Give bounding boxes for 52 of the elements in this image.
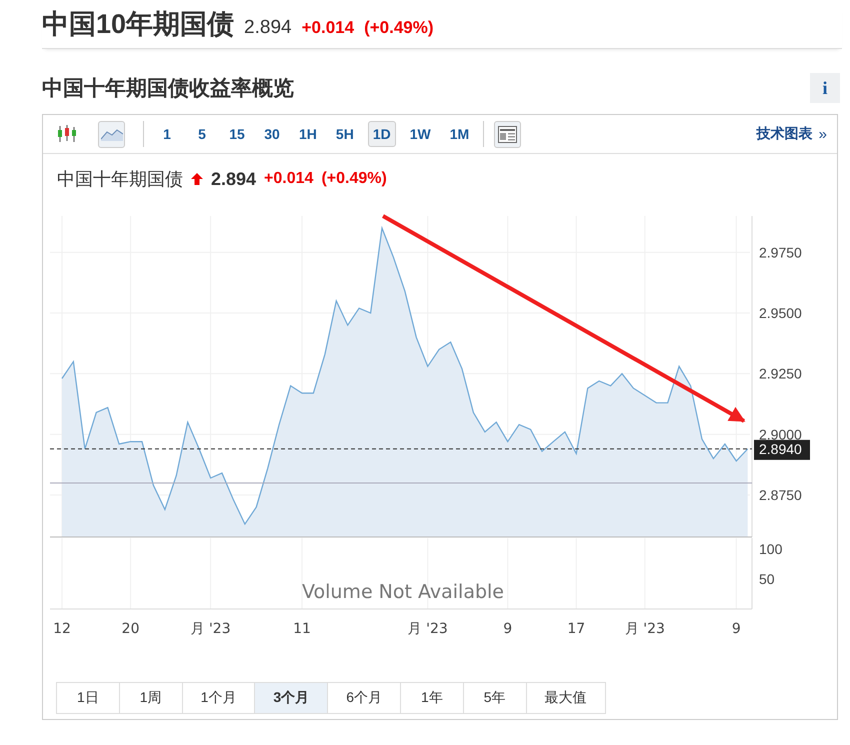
range-tab[interactable]: 1日 bbox=[56, 682, 120, 714]
range-tab[interactable]: 5年 bbox=[462, 682, 527, 714]
area-chart-icon bbox=[100, 127, 122, 141]
chevron-icon: » bbox=[818, 126, 827, 142]
interval-button[interactable]: 1D bbox=[368, 121, 396, 147]
axis-label: 2.9750 bbox=[759, 244, 802, 260]
range-tab[interactable]: 最大值 bbox=[526, 682, 606, 714]
section-title: 中国十年期国债收益率概览 bbox=[42, 76, 294, 102]
price: 2.894 bbox=[244, 17, 292, 39]
instrument-name: 中国十年期国债 bbox=[57, 168, 183, 191]
candlestick-icon bbox=[56, 124, 78, 144]
axis-label: 17 bbox=[567, 621, 586, 637]
page-title: 中国10年期国债 bbox=[42, 8, 234, 41]
axis-label: 月 '23 bbox=[190, 621, 231, 637]
info-button[interactable]: i bbox=[810, 73, 840, 103]
volume-message: Volume Not Available bbox=[302, 581, 504, 603]
interval-button[interactable]: 15 bbox=[224, 121, 250, 147]
axis-label: 100 bbox=[759, 541, 782, 557]
range-tab[interactable]: 6个月 bbox=[327, 682, 401, 714]
interval-button[interactable]: 1H bbox=[294, 121, 322, 147]
range-tab[interactable]: 1年 bbox=[400, 682, 464, 714]
interval-button[interactable]: 1 bbox=[154, 121, 180, 147]
chart-type-button[interactable] bbox=[98, 120, 125, 148]
axis-label: 9 bbox=[732, 621, 741, 637]
axis-label: 9 bbox=[503, 621, 512, 637]
axis-label: 2.9250 bbox=[759, 366, 802, 382]
axis-label: 12 bbox=[53, 621, 71, 637]
axis-label: 月 '23 bbox=[624, 621, 665, 637]
range-tab[interactable]: 1周 bbox=[118, 682, 183, 714]
layout-button[interactable] bbox=[494, 120, 522, 148]
range-tab[interactable]: 3个月 bbox=[254, 682, 328, 714]
axis-label: 50 bbox=[759, 571, 775, 587]
quote-percent-change: (+0.49%) bbox=[321, 170, 387, 188]
axis-label: 2.9000 bbox=[759, 426, 802, 442]
axis-label: 月 '23 bbox=[408, 621, 448, 637]
axis-label: 11 bbox=[293, 621, 311, 637]
layout-icon bbox=[498, 126, 518, 142]
quote-change: +0.014 bbox=[264, 170, 314, 188]
technical-chart-link[interactable]: 技术图表 bbox=[756, 125, 813, 143]
last-price-label: 2.8940 bbox=[754, 440, 810, 460]
interval-button[interactable]: 1M bbox=[444, 121, 474, 147]
axis-label: 2.9500 bbox=[759, 305, 802, 322]
price-change: +0.014 bbox=[302, 18, 354, 38]
axis-label: 2.8750 bbox=[759, 486, 802, 503]
axis-label: 20 bbox=[122, 621, 140, 637]
interval-button[interactable]: 1W bbox=[404, 121, 436, 147]
quote-price: 2.894 bbox=[211, 168, 256, 190]
interval-button[interactable]: 5 bbox=[189, 121, 215, 147]
interval-button[interactable]: 30 bbox=[259, 121, 285, 147]
range-tab[interactable]: 1个月 bbox=[182, 682, 256, 714]
percent-change: (+0.49%) bbox=[364, 18, 434, 38]
interval-button[interactable]: 5H bbox=[330, 121, 359, 147]
